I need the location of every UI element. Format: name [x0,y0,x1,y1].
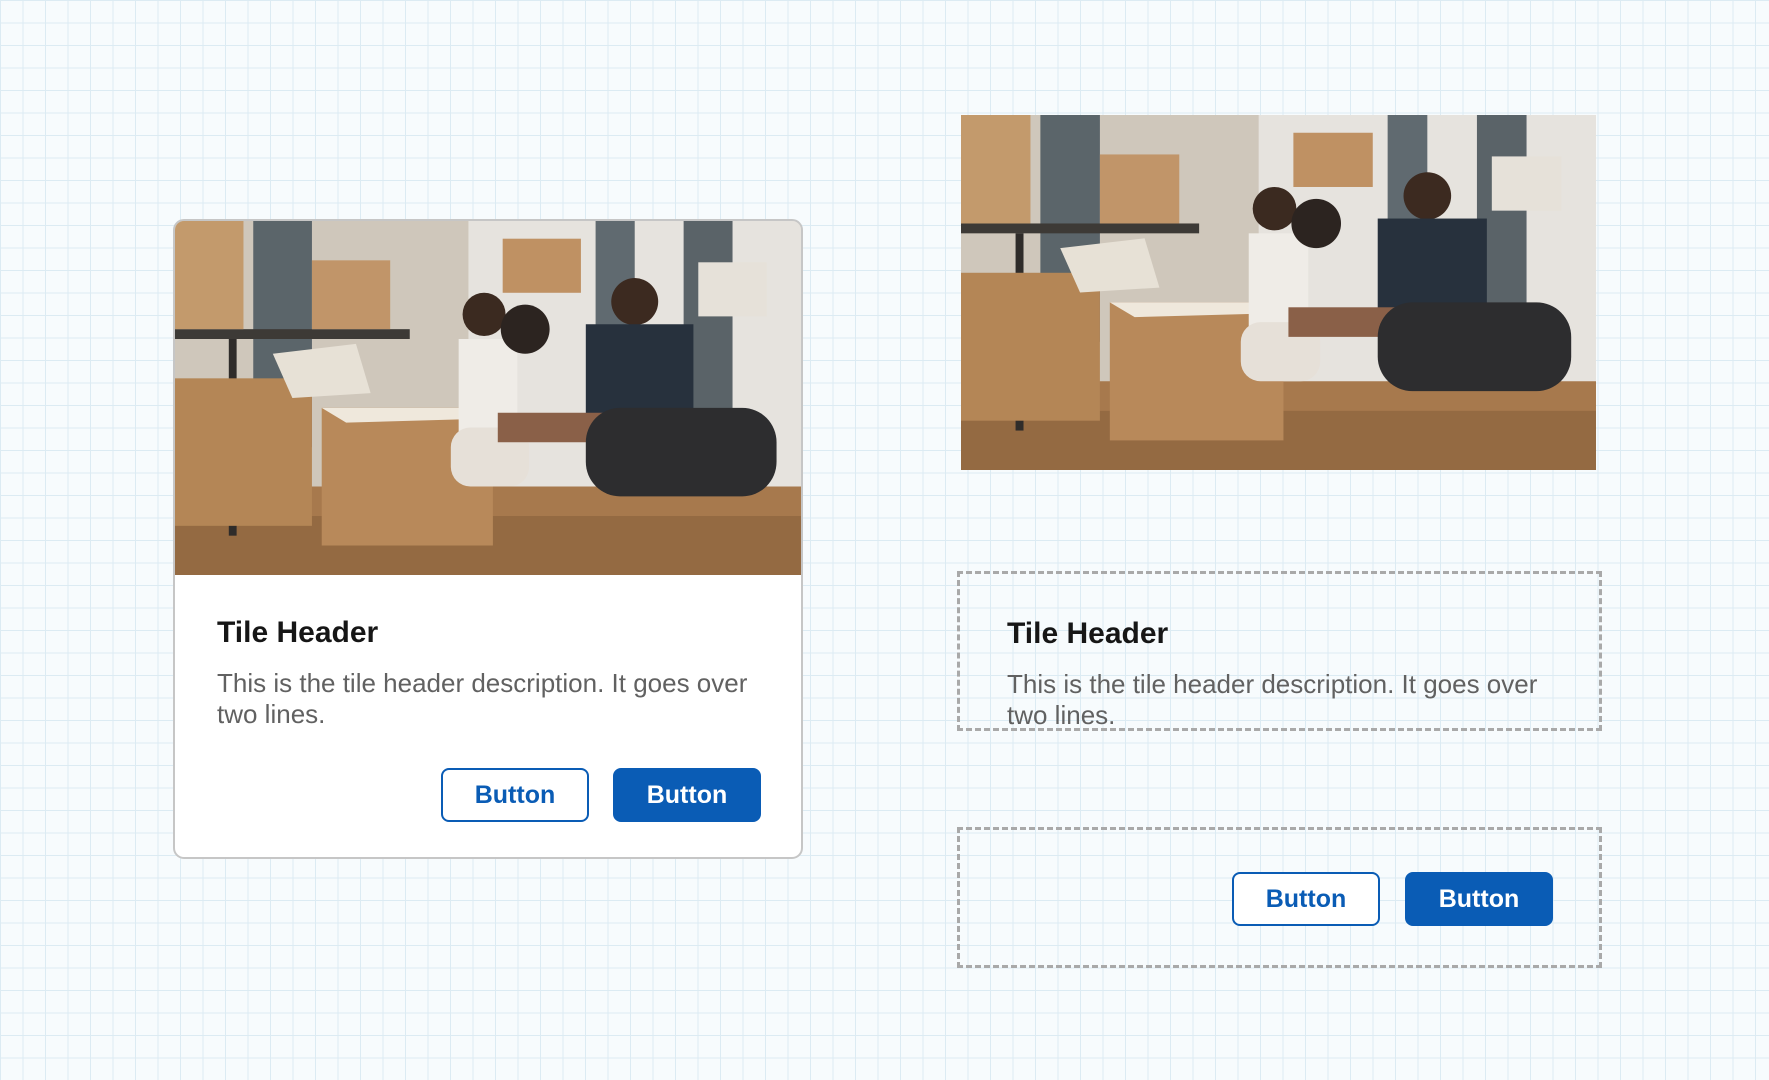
anatomy-button-zone: Button Button [957,827,1602,968]
anatomy-image [961,115,1596,470]
anatomy-tile-description: This is the tile header description. It … [1007,669,1538,730]
anatomy-secondary-button[interactable]: Button [1232,872,1380,926]
tile-card: Tile Header This is the tile header desc… [173,219,803,859]
secondary-button[interactable]: Button [441,768,589,822]
anatomy-text-zone: Tile Header This is the tile header desc… [957,571,1602,731]
tile-header: Tile Header [217,616,379,649]
anatomy-primary-button[interactable]: Button [1405,872,1553,926]
tile-image [175,221,801,575]
tile-description: This is the tile header description. It … [217,668,748,729]
anatomy-tile-header: Tile Header [1007,617,1169,650]
primary-button[interactable]: Button [613,768,761,822]
